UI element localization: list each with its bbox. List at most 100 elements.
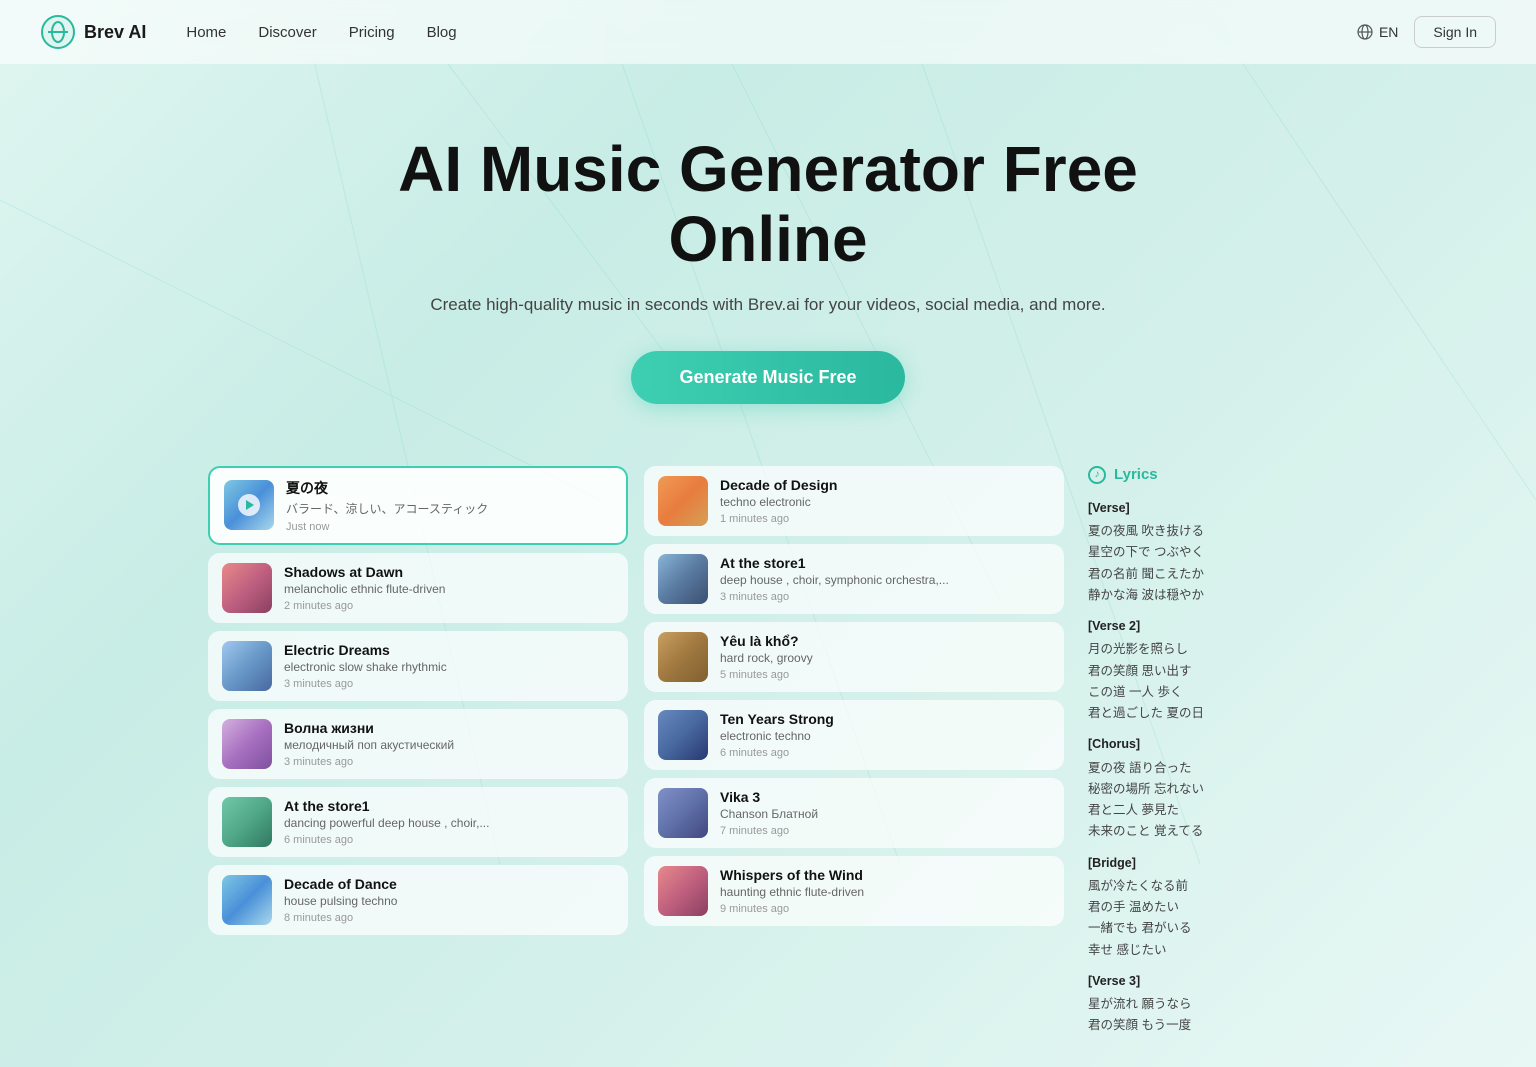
track-item[interactable]: Волна жизнимелодичный поп акустический3 … [208, 709, 628, 779]
nav-right: EN Sign In [1357, 16, 1496, 48]
track-thumbnail [658, 476, 708, 526]
lyrics-line: 星空の下で つぶやく [1088, 542, 1328, 563]
track-thumbnail [658, 710, 708, 760]
track-item[interactable]: At the store1dancing powerful deep house… [208, 787, 628, 857]
track-subtitle: house pulsing techno [284, 894, 614, 908]
lyrics-line: この道 一人 歩く [1088, 682, 1328, 703]
lyrics-section-title: [Verse] [1088, 498, 1328, 519]
track-title: 夏の夜 [286, 478, 612, 498]
lyrics-section-title: [Verse 3] [1088, 971, 1328, 992]
track-subtitle: electronic slow shake rhythmic [284, 660, 614, 674]
play-triangle-icon [246, 500, 254, 510]
track-subtitle: haunting ethnic flute-driven [720, 885, 1050, 899]
track-item[interactable]: Electric Dreams electronic slow shake rhy… [208, 631, 628, 701]
track-info: At the store1 deep house , choir, symphon… [720, 555, 1050, 603]
hero-title: AI Music Generator Free Online [20, 134, 1516, 275]
track-title: Decade of Design [720, 477, 1050, 493]
track-subtitle: dancing powerful deep house , choir,... [284, 816, 614, 830]
track-thumbnail [222, 563, 272, 613]
track-info: Decade of Dance house pulsing techno 8 min… [284, 876, 614, 924]
track-info: Decade of Designtechno electronic1 minut… [720, 477, 1050, 525]
generate-music-button[interactable]: Generate Music Free [631, 351, 904, 404]
lyrics-line: 君の笑顔 もう一度 [1088, 1015, 1328, 1036]
language-button[interactable]: EN [1357, 24, 1398, 40]
track-subtitle: バラード、涼しい、アコースティック [286, 500, 612, 517]
track-info: Ten Years Strongelectronic techno6 minut… [720, 711, 1050, 759]
lyrics-section: [Chorus]夏の夜 語り合った秘密の場所 忘れない君と二人 夢見た未来のこと… [1088, 734, 1328, 842]
lyrics-section-title: [Bridge] [1088, 853, 1328, 874]
track-thumbnail [658, 554, 708, 604]
lyrics-line: 風が冷たくなる前 [1088, 876, 1328, 897]
lyrics-header: ♪ Lyrics [1088, 466, 1328, 484]
track-subtitle: melancholic ethnic flute-driven [284, 582, 614, 596]
track-title: Whispers of the Wind [720, 867, 1050, 883]
track-item[interactable]: Whispers of the Wind haunting ethnic flut… [644, 856, 1064, 926]
track-item[interactable]: Shadows at Dawn melancholic ethnic flute-… [208, 553, 628, 623]
track-info: At the store1dancing powerful deep house… [284, 798, 614, 846]
lyrics-line: 秘密の場所 忘れない [1088, 779, 1328, 800]
track-time: 3 minutes ago [284, 678, 614, 690]
lyrics-panel: ♪ Lyrics [Verse]夏の夜風 吹き抜ける星空の下で つぶやく君の名前… [1088, 466, 1328, 1047]
track-item[interactable]: Vika 3Chanson Блатной7 minutes ago [644, 778, 1064, 848]
track-item[interactable]: Decade of Designtechno electronic1 minut… [644, 466, 1064, 536]
track-time: 6 minutes ago [720, 747, 1050, 759]
track-thumbnail [658, 632, 708, 682]
track-item[interactable]: 夏の夜バラード、涼しい、アコースティックJust now [208, 466, 628, 545]
lyrics-line: 夏の夜風 吹き抜ける [1088, 521, 1328, 542]
track-time: 1 minutes ago [720, 513, 1050, 525]
track-time: 5 minutes ago [720, 669, 1050, 681]
lyrics-section: [Verse]夏の夜風 吹き抜ける星空の下で つぶやく君の名前 聞こえたか静かな… [1088, 498, 1328, 606]
track-time: 3 minutes ago [284, 756, 614, 768]
lyrics-line: 幸せ 感じたい [1088, 940, 1328, 961]
track-thumbnail [222, 719, 272, 769]
lyrics-section: [Verse 3]星が流れ 願うなら君の笑顔 もう一度 [1088, 971, 1328, 1037]
lyrics-icon: ♪ [1088, 466, 1106, 484]
track-title: Decade of Dance [284, 876, 614, 892]
track-info: Electric Dreams electronic slow shake rhy… [284, 642, 614, 690]
track-item[interactable]: Decade of Dance house pulsing techno 8 min… [208, 865, 628, 935]
track-thumbnail [222, 797, 272, 847]
track-title: Shadows at Dawn [284, 564, 614, 580]
track-list: 夏の夜バラード、涼しい、アコースティックJust nowShadows at D… [208, 466, 1064, 1047]
track-subtitle: deep house , choir, symphonic orchestra,… [720, 573, 1050, 587]
hero-subtitle: Create high-quality music in seconds wit… [20, 295, 1516, 315]
track-title: Ten Years Strong [720, 711, 1050, 727]
track-thumbnail [222, 641, 272, 691]
track-title: At the store1 [720, 555, 1050, 571]
logo-icon [40, 14, 76, 50]
lyrics-line: 君の名前 聞こえたか [1088, 564, 1328, 585]
track-title: Yêu là khổ? [720, 633, 1050, 649]
track-item[interactable]: At the store1 deep house , choir, symphon… [644, 544, 1064, 614]
lyrics-line: 君の手 温めたい [1088, 897, 1328, 918]
track-time: 2 minutes ago [284, 600, 614, 612]
track-info: Yêu là khổ?hard rock, groovy5 minutes ag… [720, 633, 1050, 681]
track-info: Vika 3Chanson Блатной7 minutes ago [720, 789, 1050, 837]
lyrics-title: Lyrics [1114, 466, 1158, 483]
lyrics-section-title: [Chorus] [1088, 734, 1328, 755]
lyrics-line: 君の笑顔 思い出す [1088, 661, 1328, 682]
logo-text: Brev AI [84, 22, 146, 43]
logo[interactable]: Brev AI [40, 14, 146, 50]
lyrics-line: 未来のこと 覚えてる [1088, 821, 1328, 842]
nav-discover[interactable]: Discover [258, 24, 316, 41]
track-time: 6 minutes ago [284, 834, 614, 846]
track-time: 8 minutes ago [284, 912, 614, 924]
nav-home[interactable]: Home [186, 24, 226, 41]
track-column-left: 夏の夜バラード、涼しい、アコースティックJust nowShadows at D… [208, 466, 628, 1047]
lang-label: EN [1379, 24, 1398, 40]
track-item[interactable]: Yêu là khổ?hard rock, groovy5 minutes ag… [644, 622, 1064, 692]
play-button-icon [238, 494, 260, 516]
track-info: 夏の夜バラード、涼しい、アコースティックJust now [286, 478, 612, 533]
track-title: Electric Dreams [284, 642, 614, 658]
nav-blog[interactable]: Blog [427, 24, 457, 41]
track-info: Shadows at Dawn melancholic ethnic flute-… [284, 564, 614, 612]
track-info: Волна жизнимелодичный поп акустический3 … [284, 720, 614, 768]
lyrics-content: [Verse]夏の夜風 吹き抜ける星空の下で つぶやく君の名前 聞こえたか静かな… [1088, 498, 1328, 1037]
nav-pricing[interactable]: Pricing [349, 24, 395, 41]
lyrics-line: 一緒でも 君がいる [1088, 918, 1328, 939]
track-item[interactable]: Ten Years Strongelectronic techno6 minut… [644, 700, 1064, 770]
track-subtitle: мелодичный поп акустический [284, 738, 614, 752]
lyrics-line: 君と過ごした 夏の日 [1088, 703, 1328, 724]
lyrics-line: 君と二人 夢見た [1088, 800, 1328, 821]
sign-in-button[interactable]: Sign In [1414, 16, 1496, 48]
